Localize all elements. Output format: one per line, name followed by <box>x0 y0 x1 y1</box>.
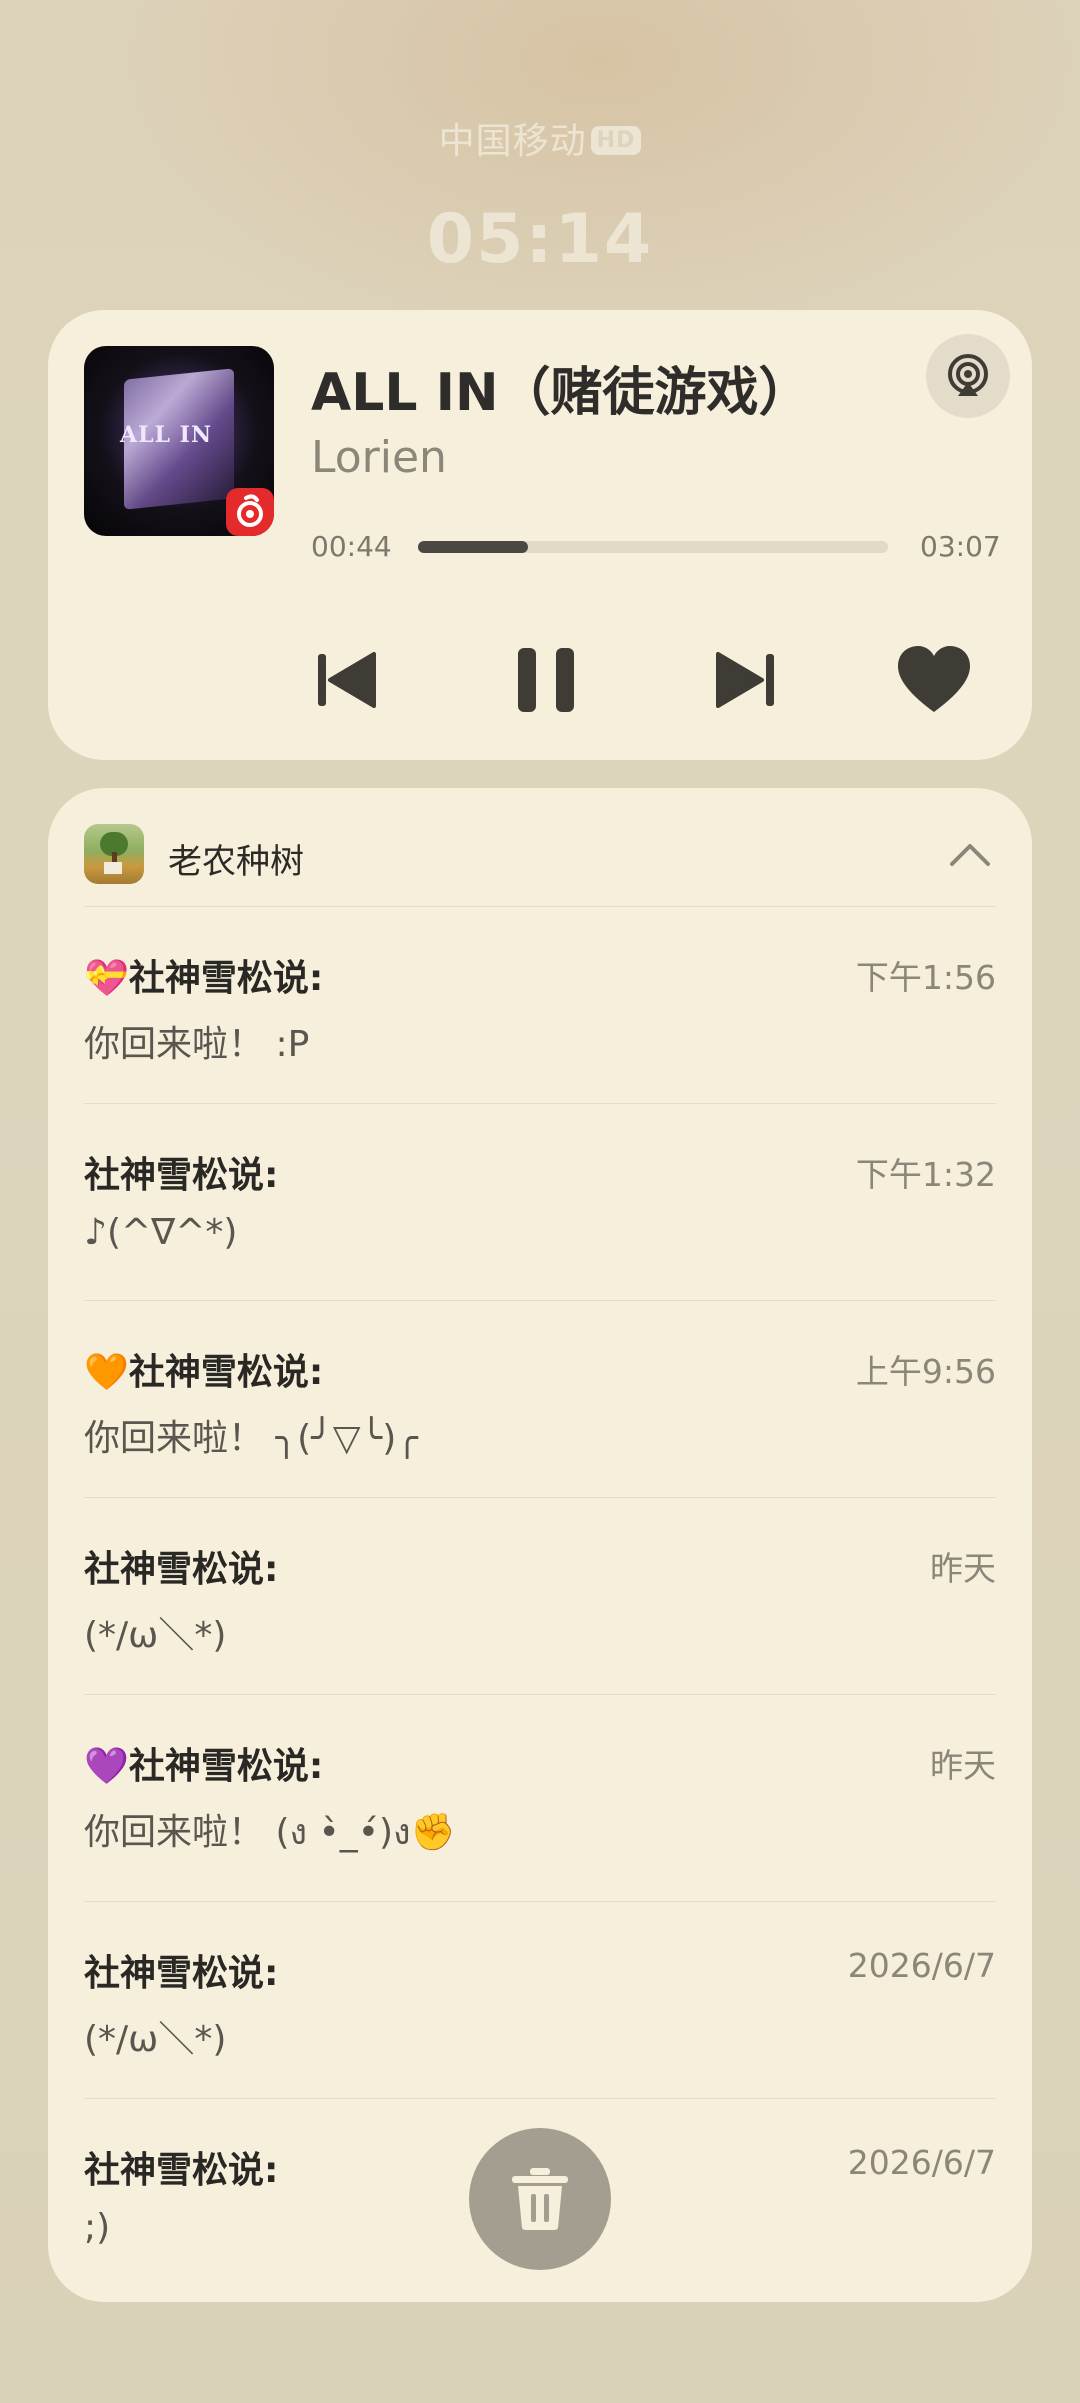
notification-sender: 社神雪松说: <box>84 1953 279 1994</box>
next-button[interactable] <box>706 640 786 720</box>
notification-body: ;) <box>84 2207 111 2248</box>
cast-icon <box>948 354 988 396</box>
notification-item[interactable]: 💜社神雪松说: 昨天 你回来啦！ (ง •̀_•́)ง✊ <box>84 1694 996 1901</box>
cast-button[interactable] <box>926 334 1010 418</box>
pause-icon <box>518 648 574 712</box>
song-title: ALL IN（赌徒游戏） <box>311 363 811 423</box>
notification-time: 2026/6/7 <box>847 2143 996 2182</box>
notification-time: 上午9:56 <box>855 1352 996 1391</box>
pause-button[interactable] <box>506 640 586 720</box>
notification-item[interactable]: 社神雪松说: 2026/6/7 (*/ω＼*) <box>84 1901 996 2098</box>
carrier-label: 中国移动 HD <box>0 112 1080 164</box>
app-icon <box>84 824 144 884</box>
carrier-name: 中国移动 <box>438 121 587 162</box>
progress-bar[interactable] <box>418 541 888 553</box>
notification-sender: 💜社神雪松说: <box>84 1746 324 1787</box>
notification-body: 你回来啦！ ╮(╯▽╰)╭ <box>84 1418 418 1459</box>
notification-body: 你回来啦！ (ง •̀_•́)ง✊ <box>84 1812 456 1853</box>
netease-logo-icon <box>237 494 263 527</box>
album-art[interactable]: ALL IN <box>84 346 274 536</box>
hd-badge: HD <box>590 126 642 155</box>
notification-time: 2026/6/7 <box>847 1946 996 1985</box>
collapse-button[interactable] <box>946 832 994 876</box>
netease-music-icon <box>226 488 274 536</box>
notification-sender: 社神雪松说: <box>84 1549 279 1590</box>
heart-icon <box>898 646 970 712</box>
notification-time: 下午1:32 <box>855 1155 996 1194</box>
progress-fill <box>418 541 529 553</box>
notification-sender: 🧡社神雪松说: <box>84 1352 324 1393</box>
notification-sender: 💝社神雪松说: <box>84 958 324 999</box>
notification-item[interactable]: 🧡社神雪松说: 上午9:56 你回来啦！ ╮(╯▽╰)╭ <box>84 1300 996 1497</box>
time-total: 03:07 <box>920 530 1001 563</box>
notification-time: 昨天 <box>930 1746 996 1785</box>
chevron-up-icon <box>950 844 990 866</box>
notification-time: 昨天 <box>930 1549 996 1588</box>
notification-group-header[interactable]: 老农种树 <box>84 824 996 884</box>
time-elapsed: 00:44 <box>311 530 392 563</box>
notification-body: (*/ω＼*) <box>84 2019 227 2060</box>
notification-group-card: 老农种树 💝社神雪松说: 下午1:56 你回来啦！ :P 社神雪松说: 下午1:… <box>48 788 1032 2302</box>
album-art-text: ALL IN <box>120 422 213 448</box>
notification-sender: 社神雪松说: <box>84 1155 279 1196</box>
notification-body: ♪(^∇^*) <box>84 1212 238 1253</box>
trash-icon <box>512 2168 568 2230</box>
music-player-card[interactable]: ALL IN ALL IN（赌徒游戏） Lorien 00:44 03:07 <box>48 310 1032 760</box>
notification-item[interactable]: 社神雪松说: 下午1:32 ♪(^∇^*) <box>84 1103 996 1300</box>
clock: 05:14 <box>426 200 654 279</box>
notification-list: 💝社神雪松说: 下午1:56 你回来啦！ :P 社神雪松说: 下午1:32 ♪(… <box>84 906 996 2295</box>
notification-item[interactable]: 社神雪松说: 昨天 (*/ω＼*) <box>84 1497 996 1694</box>
next-icon <box>716 652 774 708</box>
clear-notifications-button[interactable] <box>469 2128 611 2270</box>
notification-body: 你回来啦！ :P <box>84 1024 310 1065</box>
favorite-button[interactable] <box>894 640 974 720</box>
previous-icon <box>318 652 376 708</box>
notification-body: (*/ω＼*) <box>84 1615 227 1656</box>
notification-sender: 社神雪松说: <box>84 2150 279 2191</box>
app-name: 老农种树 <box>168 842 304 882</box>
song-artist: Lorien <box>311 432 447 483</box>
previous-button[interactable] <box>306 640 386 720</box>
notification-time: 下午1:56 <box>855 958 996 997</box>
app-icon-house <box>104 862 122 874</box>
notification-item[interactable]: 💝社神雪松说: 下午1:56 你回来啦！ :P <box>84 906 996 1103</box>
